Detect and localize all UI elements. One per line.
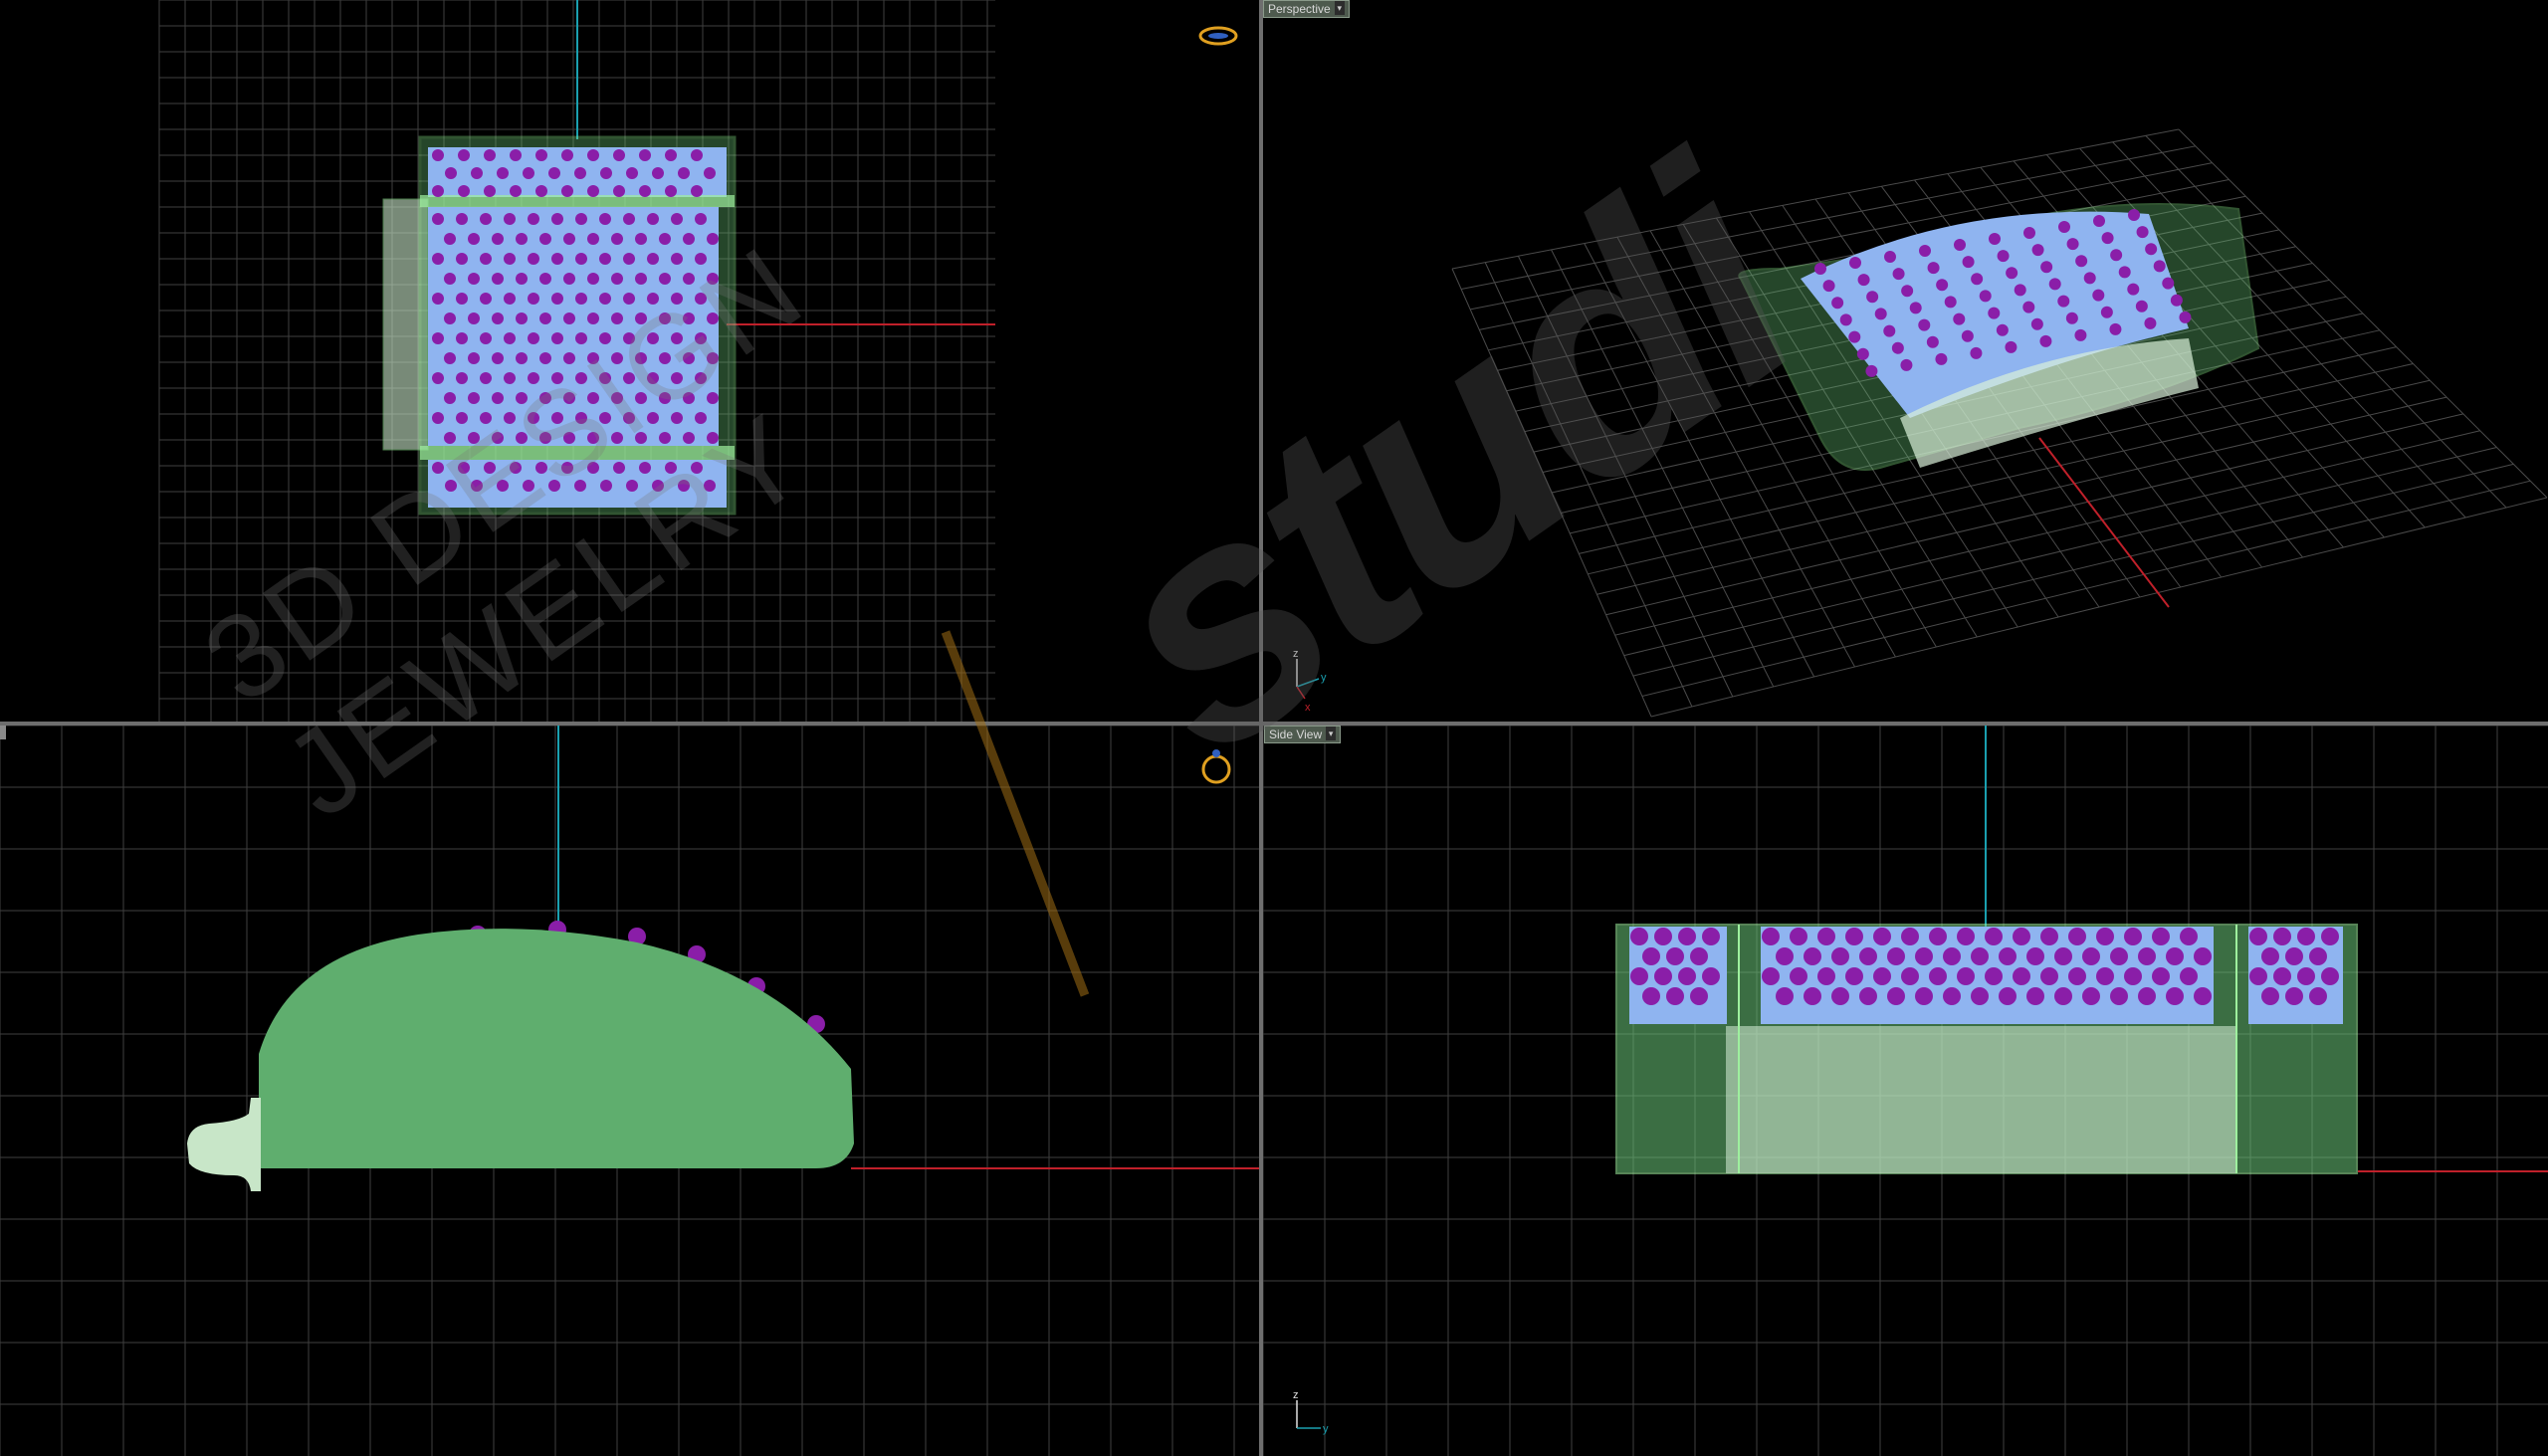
side-view-label[interactable]: Side View ▾ <box>1264 726 1342 743</box>
viewport-front[interactable] <box>0 726 1259 1456</box>
chevron-down-icon[interactable]: ▾ <box>1334 1 1345 15</box>
axis-gizmo: z y x <box>1293 648 1327 714</box>
ring-model-front[interactable] <box>187 921 854 1191</box>
front-view-canvas[interactable] <box>0 726 1259 1456</box>
axis-y-label: y <box>1323 1423 1329 1435</box>
viewport-top[interactable] <box>0 0 1259 722</box>
ring-model-side[interactable] <box>1615 924 2358 1174</box>
viewport-splitter-vertical[interactable] <box>1259 0 1263 1456</box>
perspective-view-label-text: Perspective <box>1268 2 1331 16</box>
viewport-side[interactable]: z y <box>1263 726 2548 1456</box>
ring-top-icon[interactable] <box>1198 26 1238 46</box>
perspective-canvas[interactable]: z y x <box>1263 0 2548 722</box>
top-view-canvas[interactable] <box>0 0 1259 722</box>
axis-x-line <box>2038 437 2170 608</box>
ring-model-perspective[interactable] <box>1738 203 2260 471</box>
axis-z-label: z <box>1293 648 1299 660</box>
side-view-canvas[interactable]: z y <box>1263 726 2548 1456</box>
axis-x-label: x <box>1305 702 1311 714</box>
ring-side-icon[interactable] <box>1201 749 1231 784</box>
axis-gizmo: z y <box>1293 1389 1329 1435</box>
axis-z-label: z <box>1293 1389 1299 1401</box>
ring-model-top[interactable] <box>382 135 737 516</box>
chevron-down-icon[interactable]: ▾ <box>1326 727 1337 740</box>
viewport-menu-tab[interactable] <box>0 726 6 739</box>
axis-y-label: y <box>1321 672 1327 684</box>
side-view-label-text: Side View <box>1269 728 1323 741</box>
perspective-view-label[interactable]: Perspective ▾ <box>1263 0 1350 18</box>
viewport-perspective[interactable]: z y x <box>1263 0 2548 722</box>
